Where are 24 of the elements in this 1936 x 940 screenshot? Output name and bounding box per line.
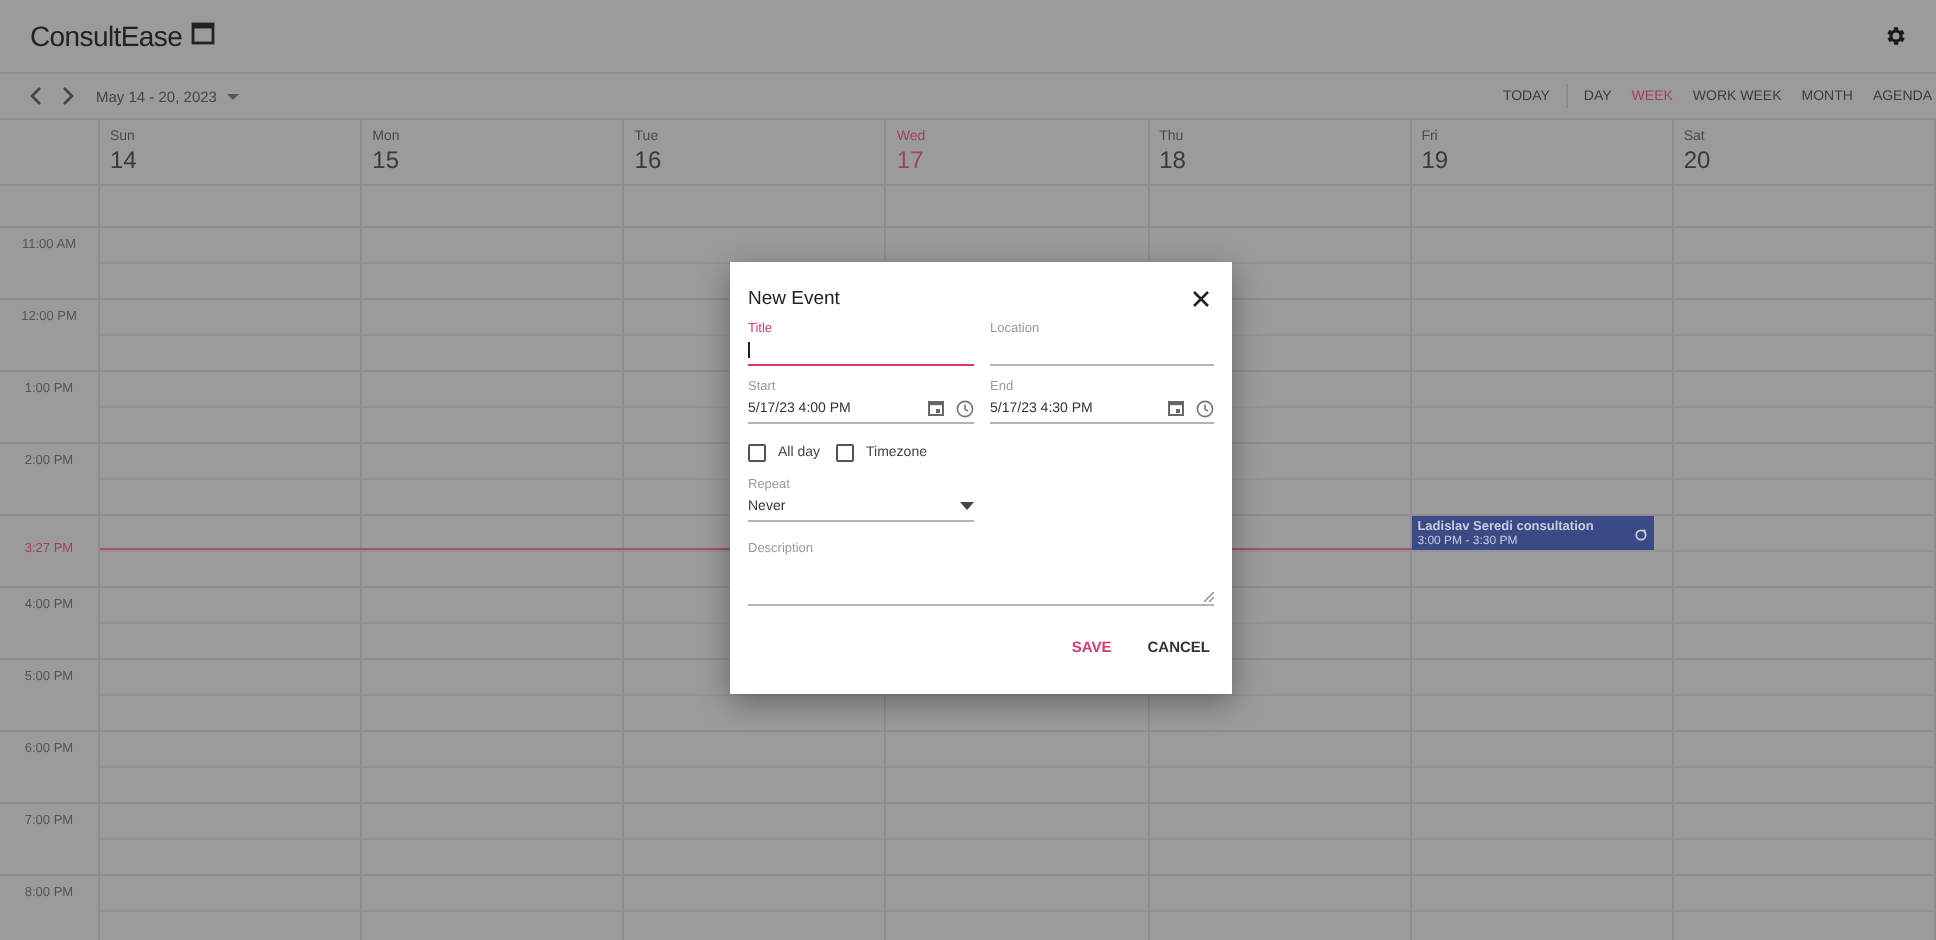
day-date: 17 [896, 146, 926, 174]
sync-icon [1633, 528, 1648, 542]
settings-icon[interactable] [1884, 24, 1908, 48]
day-date: 16 [634, 146, 664, 174]
day-date: 20 [1683, 146, 1713, 174]
next-icon[interactable] [60, 86, 76, 106]
app-title: ConsultEase [30, 20, 183, 52]
dropdown-icon [960, 502, 974, 510]
day-date: 19 [1421, 146, 1451, 174]
dialog-title: New Event [748, 288, 840, 310]
checkbox[interactable] [836, 444, 855, 462]
caret-icon [226, 91, 241, 101]
day-date: 15 [372, 146, 401, 174]
clock-icon[interactable] [956, 399, 974, 417]
calendar-icon [190, 20, 217, 46]
clock-icon[interactable] [1196, 399, 1214, 417]
calendar-icon[interactable] [928, 400, 944, 416]
checkbox[interactable] [748, 444, 766, 462]
day-date: 14 [110, 146, 139, 174]
previous-icon[interactable] [28, 86, 44, 106]
resize-handle-icon[interactable] [1204, 592, 1214, 602]
calendar-icon[interactable] [1168, 400, 1184, 416]
close-icon[interactable] [1192, 290, 1210, 308]
day-date: 18 [1159, 146, 1188, 174]
